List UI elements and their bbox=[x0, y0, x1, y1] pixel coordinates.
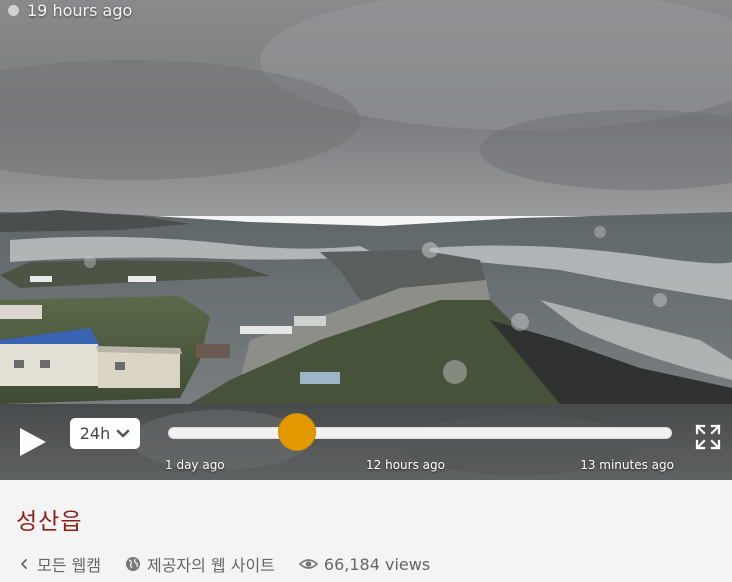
globe-icon bbox=[125, 557, 140, 571]
timestamp: 19 hours ago bbox=[8, 0, 132, 20]
chevron-left-icon bbox=[21, 559, 27, 569]
timeline-tick-start: 1 day ago bbox=[165, 458, 225, 472]
play-icon bbox=[20, 428, 46, 456]
camera-meta: 모든 웹캠 제공자의 웹 사이트 66,184 views bbox=[17, 552, 430, 576]
chevron-down-icon bbox=[116, 429, 130, 437]
fullscreen-button[interactable] bbox=[695, 424, 721, 450]
timestamp-label: 19 hours ago bbox=[27, 0, 133, 20]
timeline-tick-end: 13 minutes ago bbox=[580, 458, 674, 472]
status-dot bbox=[8, 4, 19, 16]
timeline-slider[interactable] bbox=[168, 427, 672, 439]
camera-info: 성산읍 모든 웹캠 제공자의 웹 사이트 66,184 views bbox=[0, 480, 732, 582]
all-webcams-label: 모든 웹캠 bbox=[37, 556, 101, 575]
webcam-viewer: 19 hours ago 24h 1 day ago 12 hours ago … bbox=[0, 0, 732, 480]
time-range-dropdown[interactable]: 24h bbox=[70, 418, 140, 449]
provider-website-link[interactable]: 제공자의 웹 사이트 bbox=[125, 552, 275, 576]
time-range-label: 24h bbox=[79, 424, 111, 443]
play-button[interactable] bbox=[16, 424, 50, 460]
fullscreen-icon bbox=[695, 424, 721, 450]
provider-website-label: 제공자의 웹 사이트 bbox=[146, 556, 275, 575]
timeline-slider-thumb[interactable] bbox=[277, 413, 316, 451]
camera-title: 성산읍 bbox=[16, 509, 83, 535]
timeline-tick-middle: 12 hours ago bbox=[366, 458, 445, 472]
view-count-label: 66,184 views bbox=[323, 554, 431, 574]
all-webcams-link[interactable]: 모든 웹캠 bbox=[17, 552, 101, 576]
view-count: 66,184 views bbox=[298, 554, 431, 574]
timelapse-controls: 24h 1 day ago 12 hours ago 13 minutes ag… bbox=[0, 404, 732, 480]
eye-icon bbox=[298, 559, 318, 569]
